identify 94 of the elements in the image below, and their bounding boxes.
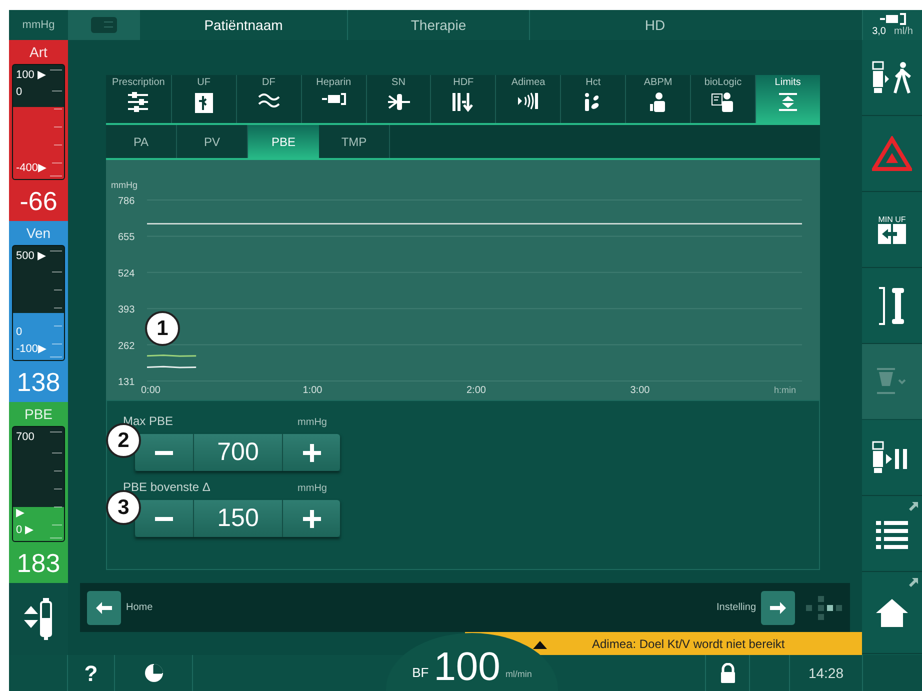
y-tick-label: 131 (118, 377, 135, 388)
next-label: Instelling (716, 601, 756, 615)
setting-value-field[interactable]: 150 (193, 500, 283, 537)
module-tab[interactable]: ABPM (625, 75, 690, 123)
arrow-right-icon (770, 602, 786, 614)
min-uf-label: MIN UF (878, 216, 906, 224)
y-tick-label: 524 (118, 268, 135, 280)
clock-icon (144, 663, 164, 683)
module-tab[interactable]: Hct (560, 75, 626, 123)
module-tab[interactable]: Adimea (495, 75, 560, 123)
syringe-pump-icon (878, 13, 906, 25)
syringe-unit: ml/h (894, 27, 913, 37)
column-icon (877, 286, 907, 326)
setting-value-field[interactable]: 700 (193, 434, 283, 471)
y-tick-label: 786 (118, 196, 135, 207)
increase-button[interactable] (283, 500, 340, 537)
person-icon (649, 92, 668, 112)
filter-arrows-icon (452, 92, 474, 112)
module-tab[interactable]: SN (366, 75, 430, 123)
y-tick-label: 655 (118, 232, 135, 244)
minus-icon (155, 450, 173, 454)
gauge-scale-label: 0 (16, 85, 22, 100)
y-tick-label: 393 (118, 304, 135, 316)
module-tab[interactable]: HDF (430, 75, 496, 123)
increase-button[interactable] (283, 434, 340, 471)
gauge-reading: 183 (16, 546, 60, 580)
syringe-rate: 3,0 (872, 27, 886, 37)
setting-unit: mmHg (298, 482, 327, 496)
person-chart-icon (710, 92, 735, 112)
minus-icon (155, 516, 173, 520)
arrow-left-icon (96, 602, 112, 614)
needle-icon (386, 92, 410, 112)
filter-icon (194, 92, 214, 114)
gauge-scale-label: 500 ▶ (16, 249, 46, 264)
back-label: Home (126, 601, 153, 615)
card-icon (91, 17, 117, 33)
plus-icon (302, 444, 320, 462)
gauge-reading: -66 (20, 184, 58, 218)
decrease-button[interactable] (135, 434, 193, 471)
y-axis-unit: mmHg (111, 180, 138, 190)
gauge-reading: 138 (16, 366, 60, 398)
x-tick-label: 2:00 (466, 385, 486, 396)
gauge-scale-label: ▶ (16, 506, 24, 521)
sub-tab[interactable]: PBE (248, 125, 319, 158)
module-tab[interactable]: Heparin (300, 75, 366, 123)
expand-arrow-icon (909, 578, 918, 587)
lock-button[interactable] (705, 655, 750, 691)
x-tick-label: 0:00 (141, 385, 160, 396)
clock-time: 14:28 (807, 664, 845, 682)
chart-line (146, 366, 196, 368)
chart-line (146, 354, 196, 357)
plus-icon (302, 510, 320, 528)
module-tab[interactable]: bioLogic (690, 75, 755, 123)
lock-icon (720, 663, 736, 683)
arrow-left-box-icon (878, 224, 906, 244)
module-tab[interactable]: Prescription (106, 75, 171, 123)
machine-walking-icon (872, 60, 912, 94)
syringe-icon (320, 92, 347, 106)
module-tab[interactable]: Limits (754, 75, 820, 123)
blood-flow-label: BF (412, 664, 429, 682)
gauge-label: Ven (26, 224, 51, 242)
next-button[interactable] (761, 590, 795, 624)
gauge-label: Art (30, 42, 48, 62)
gauge-label: PBE (24, 404, 52, 424)
module-tab[interactable]: DF (236, 75, 301, 123)
limits-icon (778, 92, 798, 112)
module-tab[interactable]: UF (170, 75, 236, 123)
back-button[interactable] (87, 590, 121, 624)
alert-message: Adimea: Doel Kt/V wordt niet bereikt (592, 636, 785, 652)
gauge-scale-label: -400▶ (16, 161, 46, 176)
sliders-icon (127, 92, 150, 112)
pressure-unit: mmHg (21, 18, 56, 33)
signal-waves-icon (516, 92, 540, 110)
blood-flow-unit: ml/min (505, 668, 532, 680)
setting-unit: mmHg (298, 416, 327, 430)
expand-triangle-icon (533, 641, 547, 649)
help-button[interactable]: ? (68, 655, 115, 691)
x-tick-label: 1:00 (302, 385, 322, 396)
step-indicator-icon (805, 594, 843, 620)
decrease-button[interactable] (135, 500, 193, 537)
gauge-scale-label: 0 (16, 325, 22, 340)
x-tick-label: 3:00 (630, 385, 650, 396)
home-icon (875, 598, 909, 628)
gauge-scale-label: 100 ▶ (16, 68, 46, 83)
gauge-scale-label: 700 (16, 430, 34, 445)
gauge-scale-label: 0 ▶ (16, 523, 34, 538)
waves-icon (258, 92, 280, 108)
list-icon (875, 518, 909, 548)
alarm-triangle-icon (872, 136, 912, 172)
gauge-scale-label: -100▶ (16, 342, 46, 357)
y-tick-label: 262 (118, 340, 135, 352)
x-axis-unit: h:min (774, 385, 796, 395)
therapy-mode[interactable]: HD (530, 10, 780, 40)
expand-arrow-icon (909, 502, 918, 511)
